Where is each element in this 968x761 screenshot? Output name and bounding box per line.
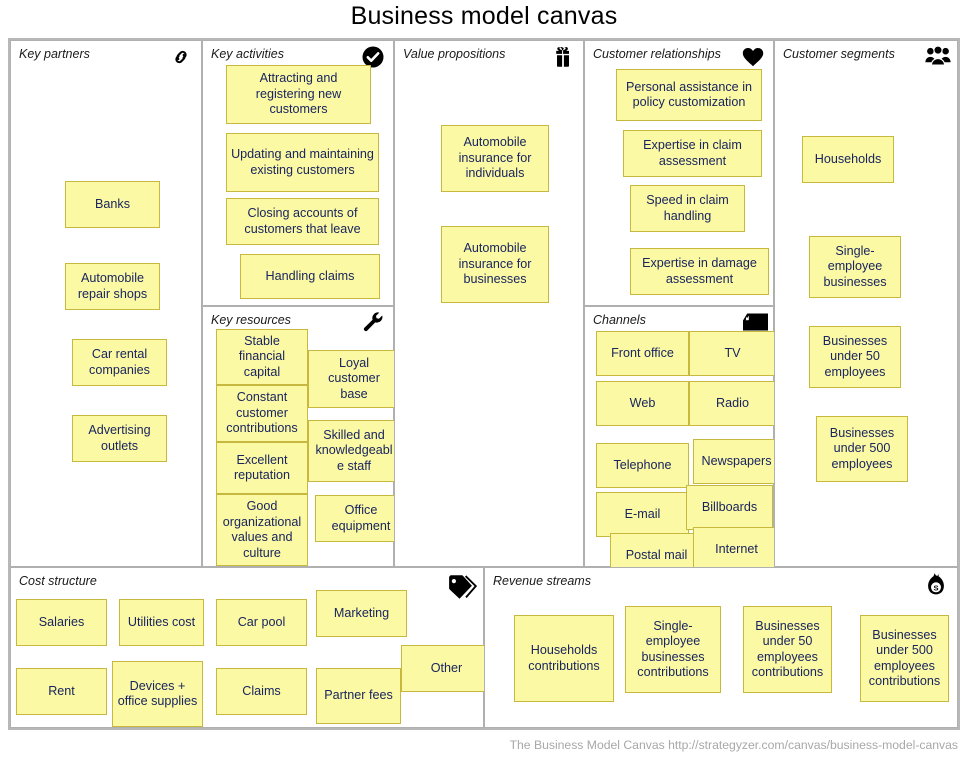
note-value-proposition[interactable]: Automobile insurance for businesses — [441, 226, 549, 303]
gift-icon — [551, 45, 577, 71]
note-key-resource[interactable]: Excellent reputation — [216, 442, 308, 494]
note-customer-relationship[interactable]: Personal assistance in policy customizat… — [616, 69, 762, 121]
note-cost[interactable]: Claims — [216, 668, 307, 715]
heart-icon — [741, 45, 767, 71]
panel-title-key-partners: Key partners — [19, 47, 90, 61]
panel-title-revenue-streams: Revenue streams — [493, 574, 591, 588]
note-cost[interactable]: Partner fees — [316, 668, 401, 724]
footer-attribution: The Business Model Canvas http://strateg… — [509, 738, 958, 752]
note-key-activity[interactable]: Updating and maintaining existing custom… — [226, 133, 379, 192]
panel-title-value-propositions: Value propositions — [403, 47, 506, 61]
note-channel[interactable]: TV — [689, 331, 776, 376]
wrench-icon — [361, 311, 387, 337]
panel-value-propositions[interactable]: Value propositions Automobile insurance … — [394, 40, 584, 567]
note-cost[interactable]: Devices + office supplies — [112, 661, 203, 727]
note-key-resource[interactable]: Skilled and knowledgeabl e staff — [308, 420, 400, 482]
note-cost[interactable]: Rent — [16, 668, 107, 715]
panel-title-key-resources: Key resources — [211, 313, 291, 327]
note-cost[interactable]: Car pool — [216, 599, 307, 646]
note-cost[interactable]: Utilities cost — [119, 599, 204, 646]
svg-text:S: S — [933, 584, 938, 593]
panel-title-key-activities: Key activities — [211, 47, 284, 61]
note-key-partner[interactable]: Car rental companies — [72, 339, 167, 386]
canvas-frame: Key partners Banks Automobile repair sho… — [8, 38, 960, 730]
note-customer-segment[interactable]: Households — [802, 136, 894, 183]
panel-title-cost-structure: Cost structure — [19, 574, 97, 588]
note-revenue[interactable]: Households contributions — [514, 615, 614, 702]
panel-customer-relationships[interactable]: Customer relationships Personal assistan… — [584, 40, 774, 306]
panel-key-partners[interactable]: Key partners Banks Automobile repair sho… — [10, 40, 202, 567]
price-tag-icon — [445, 574, 477, 600]
people-group-icon — [925, 45, 951, 71]
note-customer-segment[interactable]: Businesses under 500 employees — [816, 416, 908, 482]
panel-title-customer-relationships: Customer relationships — [593, 47, 721, 61]
note-key-resource[interactable]: Good organizational values and culture — [216, 494, 308, 566]
note-channel[interactable]: Front office — [596, 331, 689, 376]
note-channel[interactable]: Newspapers — [693, 439, 780, 484]
note-cost[interactable]: Marketing — [316, 590, 407, 637]
note-channel[interactable]: Telephone — [596, 443, 689, 488]
note-customer-relationship[interactable]: Speed in claim handling — [630, 185, 745, 232]
note-customer-segment[interactable]: Businesses under 50 employees — [809, 326, 901, 388]
page-title: Business model canvas — [350, 2, 618, 30]
panel-title-channels: Channels — [593, 313, 646, 327]
panel-title-customer-segments: Customer segments — [783, 47, 895, 61]
note-revenue[interactable]: Businesses under 50 employees contributi… — [743, 606, 832, 693]
money-bag-icon: S — [925, 572, 951, 598]
panel-key-resources[interactable]: Key resources Stable financial capital C… — [202, 306, 407, 567]
note-value-proposition[interactable]: Automobile insurance for individuals — [441, 125, 549, 192]
note-channel[interactable]: Radio — [689, 381, 776, 426]
note-channel[interactable]: Internet — [693, 527, 780, 572]
note-channel[interactable]: Web — [596, 381, 689, 426]
panel-customer-segments[interactable]: Customer segments Households Single-empl… — [774, 40, 958, 567]
note-key-resource[interactable]: Stable financial capital — [216, 329, 308, 385]
note-key-activity[interactable]: Attracting and registering new customers — [226, 65, 371, 124]
panel-key-activities[interactable]: Key activities Attracting and registerin… — [202, 40, 394, 306]
panel-revenue-streams[interactable]: Revenue streams S Households contributio… — [484, 567, 958, 728]
note-customer-relationship[interactable]: Expertise in damage assessment — [630, 248, 769, 295]
note-customer-relationship[interactable]: Expertise in claim assessment — [623, 130, 762, 177]
note-channel[interactable]: E-mail — [596, 492, 689, 537]
note-key-resource[interactable]: Constant customer contributions — [216, 385, 308, 442]
note-key-partner[interactable]: Advertising outlets — [72, 415, 167, 462]
note-cost[interactable]: Salaries — [16, 599, 107, 646]
chain-link-icon — [169, 45, 195, 71]
note-key-partner[interactable]: Automobile repair shops — [65, 263, 160, 310]
panel-channels[interactable]: Channels Front office TV Web Radio Telep… — [584, 306, 780, 578]
note-customer-segment[interactable]: Single-employee businesses — [809, 236, 901, 298]
note-key-resource[interactable]: Loyal customer base — [308, 350, 400, 408]
note-key-partner[interactable]: Banks — [65, 181, 160, 228]
note-key-activity[interactable]: Handling claims — [240, 254, 380, 299]
note-revenue[interactable]: Businesses under 500 employees contribut… — [860, 615, 949, 702]
note-channel[interactable]: Billboards — [686, 485, 773, 530]
note-cost[interactable]: Other — [401, 645, 492, 692]
note-revenue[interactable]: Single-employee businesses contributions — [625, 606, 721, 693]
note-key-activity[interactable]: Closing accounts of customers that leave — [226, 198, 379, 245]
panel-cost-structure[interactable]: Cost structure Salaries Utilities cost C… — [10, 567, 492, 728]
